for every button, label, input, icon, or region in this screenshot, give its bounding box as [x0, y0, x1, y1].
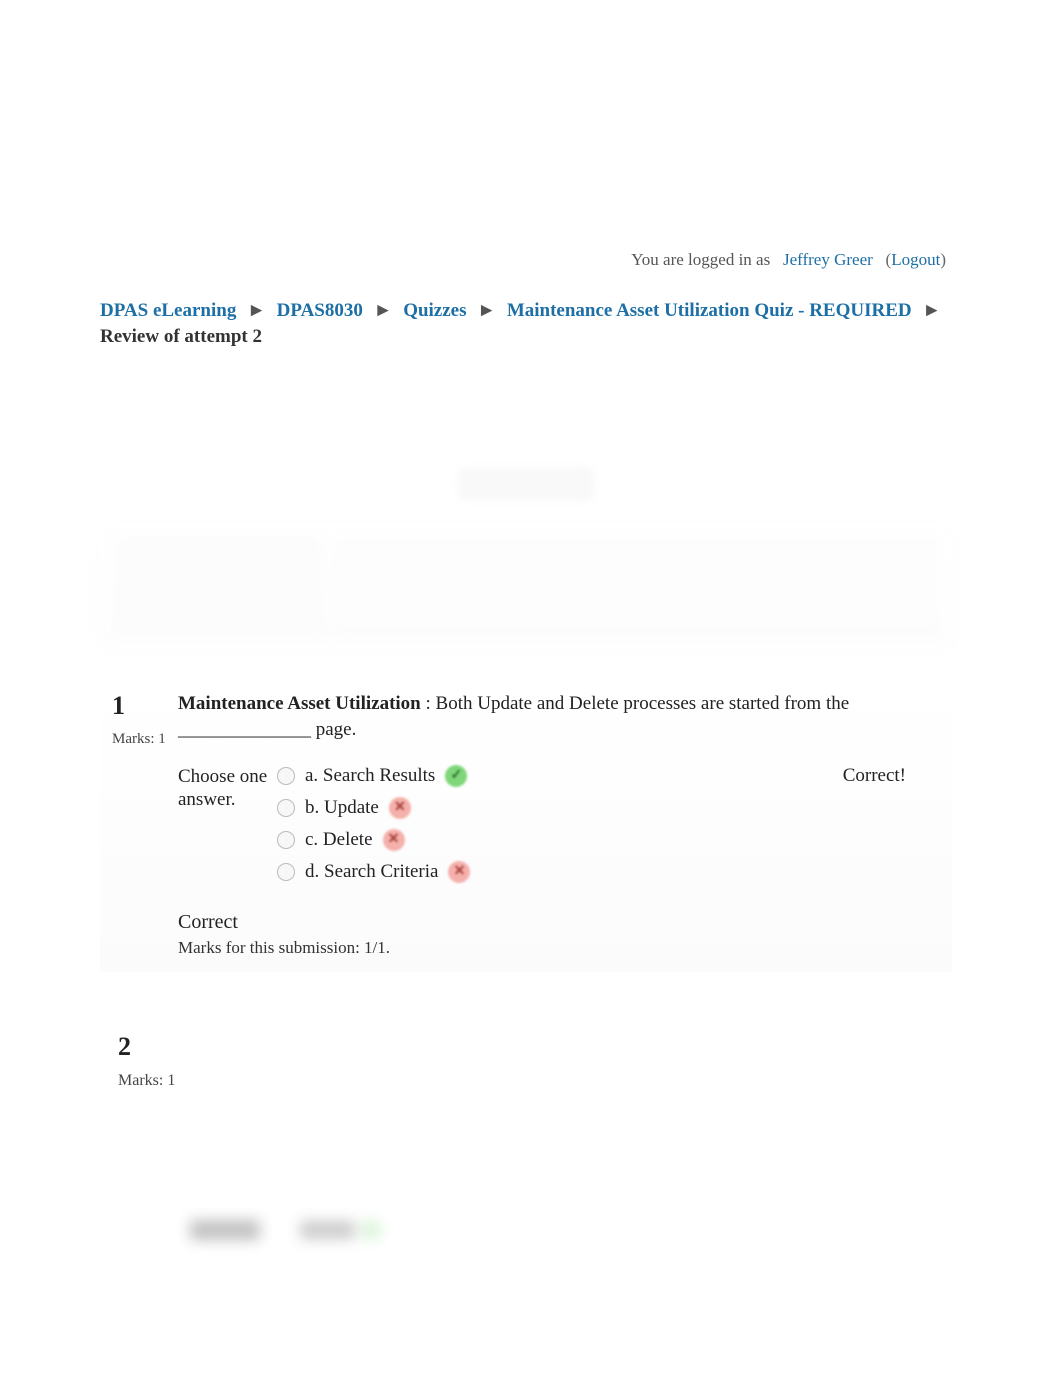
radio-input[interactable]	[277, 767, 295, 785]
question-marks: Marks: 1	[112, 731, 170, 748]
question-marks: Marks: 1	[118, 1072, 952, 1090]
answer-option: a. Search Results ✓	[277, 765, 470, 787]
login-status: You are logged in as Jeffrey Greer (Logo…	[100, 250, 952, 270]
paren-close: )	[940, 250, 946, 269]
question-number: 1	[112, 691, 170, 721]
question-1: 1 Marks: 1 Maintenance Asset Utilization…	[100, 687, 952, 971]
question-text: Maintenance Asset Utilization : Both Upd…	[178, 691, 946, 742]
crumb-root[interactable]: DPAS eLearning	[100, 300, 236, 321]
answer-label: c. Delete	[305, 829, 373, 851]
crumb-sep: ►	[922, 300, 941, 321]
question-2: 2 Marks: 1	[100, 1032, 952, 1090]
answer-feedback: Correct!	[843, 765, 946, 883]
cross-icon: ✕	[389, 797, 411, 819]
check-icon: ✓	[445, 765, 467, 787]
blurred-bottom-row	[100, 1220, 952, 1240]
submission-marks: Marks for this submission: 1/1.	[178, 938, 946, 958]
cross-icon: ✕	[383, 829, 405, 851]
answer-label: d. Search Criteria	[305, 861, 438, 883]
crumb-section[interactable]: Quizzes	[403, 300, 466, 321]
radio-input[interactable]	[277, 863, 295, 881]
question-text-bold: Maintenance Asset Utilization	[178, 693, 421, 714]
breadcrumb: DPAS eLearning ► DPAS8030 ► Quizzes ► Ma…	[100, 298, 952, 349]
answer-label: b. Update	[305, 797, 379, 819]
crumb-quiz[interactable]: Maintenance Asset Utilization Quiz - REQ…	[507, 300, 912, 321]
radio-input[interactable]	[277, 799, 295, 817]
blurred-summary-card	[100, 524, 952, 647]
crumb-sep: ►	[247, 300, 266, 321]
answer-option: c. Delete ✕	[277, 829, 470, 851]
logout-link[interactable]: Logout	[891, 250, 940, 269]
answer-option: d. Search Criteria ✕	[277, 861, 470, 883]
result-label: Correct	[178, 911, 946, 934]
crumb-current: Review of attempt 2	[100, 326, 262, 347]
user-link[interactable]: Jeffrey Greer	[783, 250, 873, 269]
answer-list: a. Search Results ✓ b. Update ✕ c. Delet…	[277, 765, 470, 883]
blurred-button	[460, 469, 592, 499]
choose-one-label: Choose one answer.	[178, 765, 277, 883]
login-prefix: You are logged in as	[631, 250, 770, 269]
crumb-course[interactable]: DPAS8030	[277, 300, 363, 321]
answer-label: a. Search Results	[305, 765, 435, 787]
answer-option: b. Update ✕	[277, 797, 470, 819]
radio-input[interactable]	[277, 831, 295, 849]
crumb-sep: ►	[477, 300, 496, 321]
crumb-sep: ►	[374, 300, 393, 321]
cross-icon: ✕	[448, 861, 470, 883]
question-number: 2	[118, 1032, 952, 1062]
